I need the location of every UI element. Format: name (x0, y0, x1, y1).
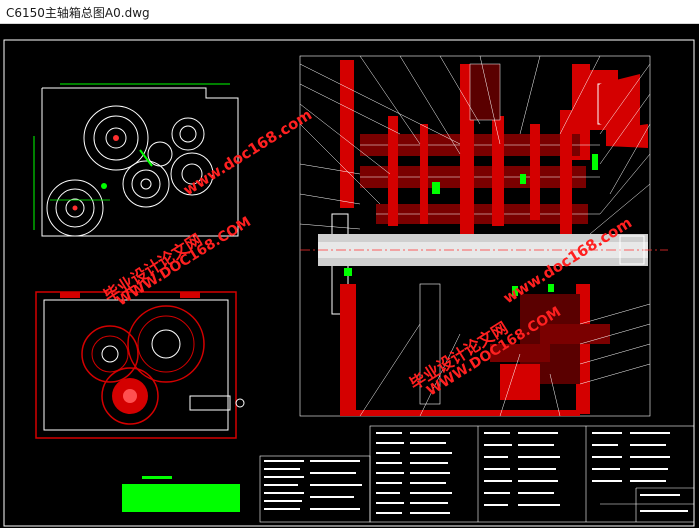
gearbox-section-view (35, 291, 245, 439)
window-title: C6150主轴箱总图A0.dwg (6, 6, 150, 20)
gear-layout-view (33, 83, 239, 237)
parts-list-rows (264, 432, 688, 514)
drawing-canvas[interactable]: www.doc168.com 毕业设计论文网 WWW.DOC168.COM ww… (0, 24, 699, 528)
cad-drawing (3, 39, 695, 527)
title-bar: C6150主轴箱总图A0.dwg (0, 0, 699, 24)
technical-note-block (122, 484, 240, 512)
